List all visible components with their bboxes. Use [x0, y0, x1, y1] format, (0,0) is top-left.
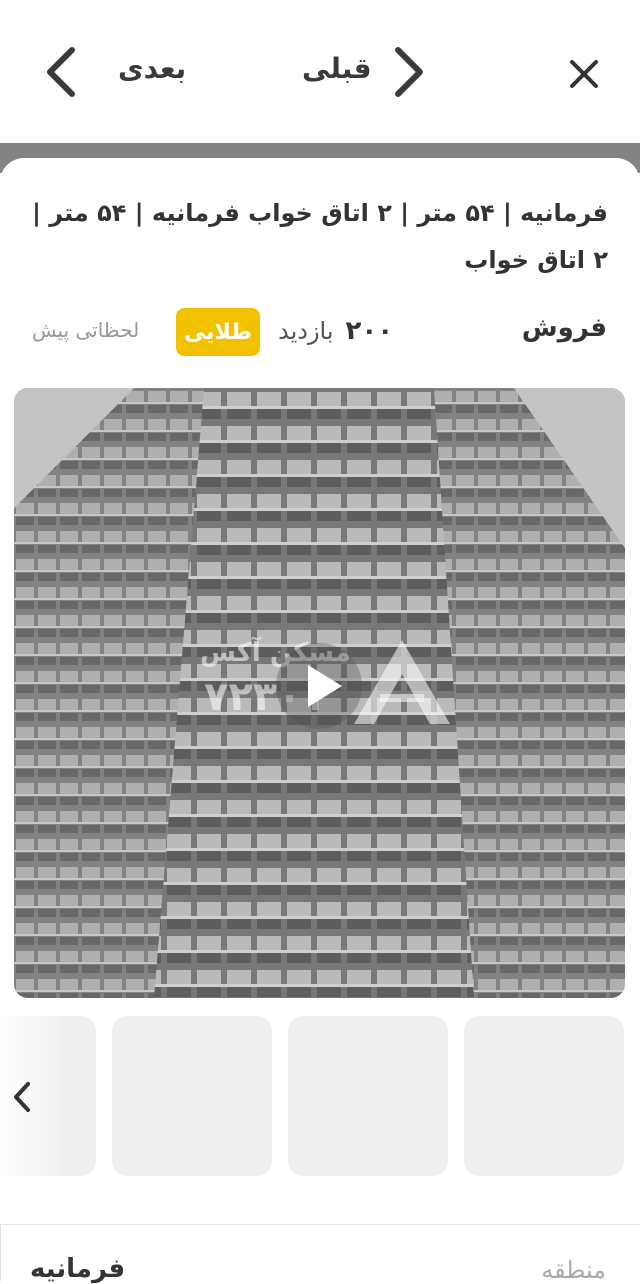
views-count: ۲۰۰: [345, 316, 394, 346]
thumbnail-2[interactable]: [288, 1016, 448, 1176]
previous-button[interactable]: قبلی: [302, 52, 372, 85]
close-icon[interactable]: [562, 52, 606, 96]
listing-title: فرمانیه | ۵۴ متر | ۲ اتاق خواب فرمانیه |…: [32, 199, 608, 274]
thumbnail-3[interactable]: [112, 1016, 272, 1176]
watermark-logo-icon: [350, 636, 454, 728]
main-photo[interactable]: مسکن آکس ۷۲۳۰۱: [14, 388, 625, 998]
post-time: لحظاتی پیش: [32, 318, 140, 342]
listing-type: فروش: [521, 313, 607, 343]
next-chevron-icon[interactable]: [42, 44, 82, 100]
view-counter: ۲۰۰ بازدید: [278, 316, 393, 372]
previous-chevron-icon[interactable]: [388, 44, 428, 100]
thumbnail-1[interactable]: [464, 1016, 624, 1176]
next-button[interactable]: بعدی: [118, 52, 186, 85]
play-icon[interactable]: [276, 643, 362, 729]
chevron-left-icon[interactable]: [8, 1080, 36, 1114]
views-label: بازدید: [278, 317, 334, 345]
gold-badge: طلایی: [176, 308, 260, 356]
